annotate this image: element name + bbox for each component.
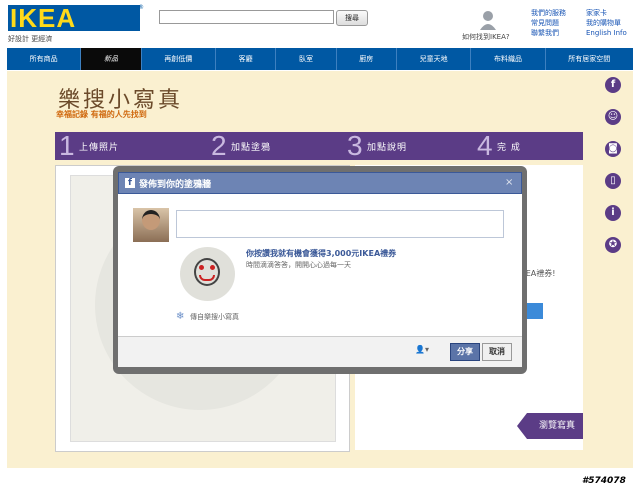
- nav-low-price[interactable]: 再創低價: [142, 48, 216, 70]
- step-3-label: 加點說明: [367, 143, 408, 153]
- share-dialog-title: 發佈到你的塗鴉牆: [139, 180, 212, 190]
- app-icon: ❄: [176, 311, 185, 322]
- avatar-face: [142, 210, 160, 230]
- step-2-label: 加點塗鴉: [231, 143, 272, 153]
- shopping-list-link[interactable]: 我的購物單: [586, 18, 627, 28]
- step-bar: 1 上傳照片 2 加點塗鴉 3 加點說明 4 完 成: [55, 130, 583, 161]
- search-button[interactable]: 搜尋: [336, 10, 368, 26]
- top-links-col1: 我們的服務 常見問題 聯繫我們: [531, 8, 566, 38]
- audience-selector[interactable]: 👤▾: [415, 345, 429, 354]
- clown-right-eye: [210, 265, 215, 270]
- camera-icon[interactable]: ◙: [605, 141, 621, 157]
- nav-all-products[interactable]: 所有商品: [7, 48, 82, 70]
- post-title-link[interactable]: 你按讚我就有機會獲得3,000元IKEA禮券: [246, 248, 396, 259]
- via-app-text: 傳自樂搜小寫真: [190, 313, 239, 321]
- step-4-label: 完 成: [497, 143, 521, 153]
- logo-registered-mark: ®: [138, 4, 144, 11]
- nav-textiles[interactable]: 布料織品: [471, 48, 546, 70]
- slogan: 好設計 更經濟: [8, 35, 53, 43]
- clown-left-eye: [199, 265, 204, 270]
- smiley-icon[interactable]: ☺: [605, 109, 621, 125]
- post-description: 時間滴滴答答，開開心心過每一天: [246, 261, 351, 269]
- find-ikea-link[interactable]: 如何找到IKEA?: [462, 32, 510, 42]
- user-icon[interactable]: [480, 10, 496, 30]
- nav-living-room[interactable]: 客廳: [216, 48, 277, 70]
- step-2-number: 2: [211, 130, 227, 161]
- clown-doodle: [194, 258, 220, 286]
- nav-children[interactable]: 兒童天地: [397, 48, 472, 70]
- english-info-link[interactable]: English Info: [586, 28, 627, 38]
- step-3-number: 3: [347, 130, 363, 161]
- contact-link[interactable]: 聯繫我們: [531, 28, 566, 38]
- facebook-icon[interactable]: f: [605, 77, 621, 93]
- award-icon[interactable]: ✪: [605, 237, 621, 253]
- nav-kitchen[interactable]: 廚房: [337, 48, 397, 70]
- campaign-subtitle: 幸福記錄 有福的人先找到: [56, 110, 147, 119]
- step-1-number: 1: [59, 130, 75, 161]
- share-button[interactable]: 分享: [450, 343, 480, 361]
- cancel-button[interactable]: 取消: [482, 343, 512, 361]
- info-icon[interactable]: i: [605, 205, 621, 221]
- facebook-logo-icon: f: [125, 178, 135, 188]
- main-nav: 所有商品 新品 再創低價 客廳 臥室 廚房 兒童天地 布料織品 所有居家空間: [7, 48, 633, 70]
- message-input[interactable]: [176, 210, 504, 238]
- services-link[interactable]: 我們的服務: [531, 8, 566, 18]
- nav-bedroom[interactable]: 臥室: [276, 48, 337, 70]
- step-4-number: 4: [477, 130, 493, 161]
- phone-icon[interactable]: ▯: [605, 173, 621, 189]
- step-1-label: 上傳照片: [79, 143, 120, 153]
- close-icon[interactable]: ×: [505, 177, 513, 188]
- ikea-logo[interactable]: IKEA: [8, 5, 140, 31]
- nav-all-spaces[interactable]: 所有居家空間: [546, 48, 633, 70]
- watermark-id: #574078: [582, 476, 626, 486]
- faq-link[interactable]: 常見問題: [531, 18, 566, 28]
- top-links-col2: 家家卡 我的購物單 English Info: [586, 8, 627, 38]
- nav-new[interactable]: 新品: [81, 48, 142, 70]
- browse-photos-button[interactable]: 瀏覽寫真: [517, 413, 583, 439]
- search-input[interactable]: [159, 10, 334, 24]
- family-card-link[interactable]: 家家卡: [586, 8, 627, 18]
